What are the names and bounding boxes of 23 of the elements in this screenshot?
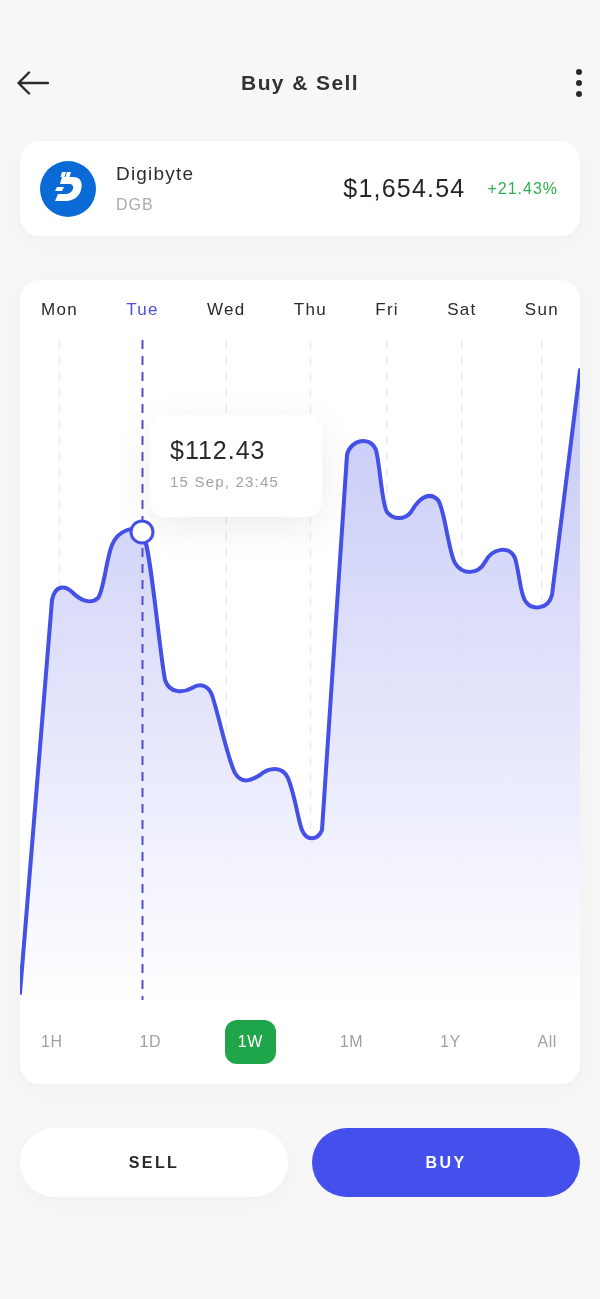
coin-logo-icon: [40, 160, 96, 217]
coin-price: $1,654.54: [343, 172, 466, 204]
day-tab[interactable]: Tue: [126, 300, 159, 320]
back-button[interactable]: [17, 71, 49, 95]
buy-button[interactable]: BUY: [312, 1128, 580, 1197]
more-button[interactable]: [576, 69, 582, 97]
day-tab[interactable]: Fri: [375, 300, 399, 320]
page-title: Buy & Sell: [241, 70, 359, 96]
coin-name: Digibyte: [116, 162, 195, 186]
back-arrow-icon: [17, 71, 49, 95]
coin-symbol: DGB: [116, 195, 155, 215]
day-tab[interactable]: Thu: [293, 300, 327, 320]
day-tab[interactable]: Mon: [41, 300, 78, 320]
price-change: +21.43%: [487, 178, 558, 199]
kebab-menu-icon: [576, 69, 582, 97]
sell-button[interactable]: SELL: [20, 1128, 288, 1197]
day-tab[interactable]: Wed: [207, 300, 246, 320]
tooltip-price: $112.43: [170, 435, 267, 465]
point-marker-icon: [129, 519, 155, 545]
tooltip-time: 15 Sep, 23:45: [170, 472, 280, 492]
day-tab[interactable]: Sat: [447, 300, 477, 320]
day-tab[interactable]: Sun: [524, 300, 559, 320]
range-tab[interactable]: 1W: [224, 1020, 276, 1064]
